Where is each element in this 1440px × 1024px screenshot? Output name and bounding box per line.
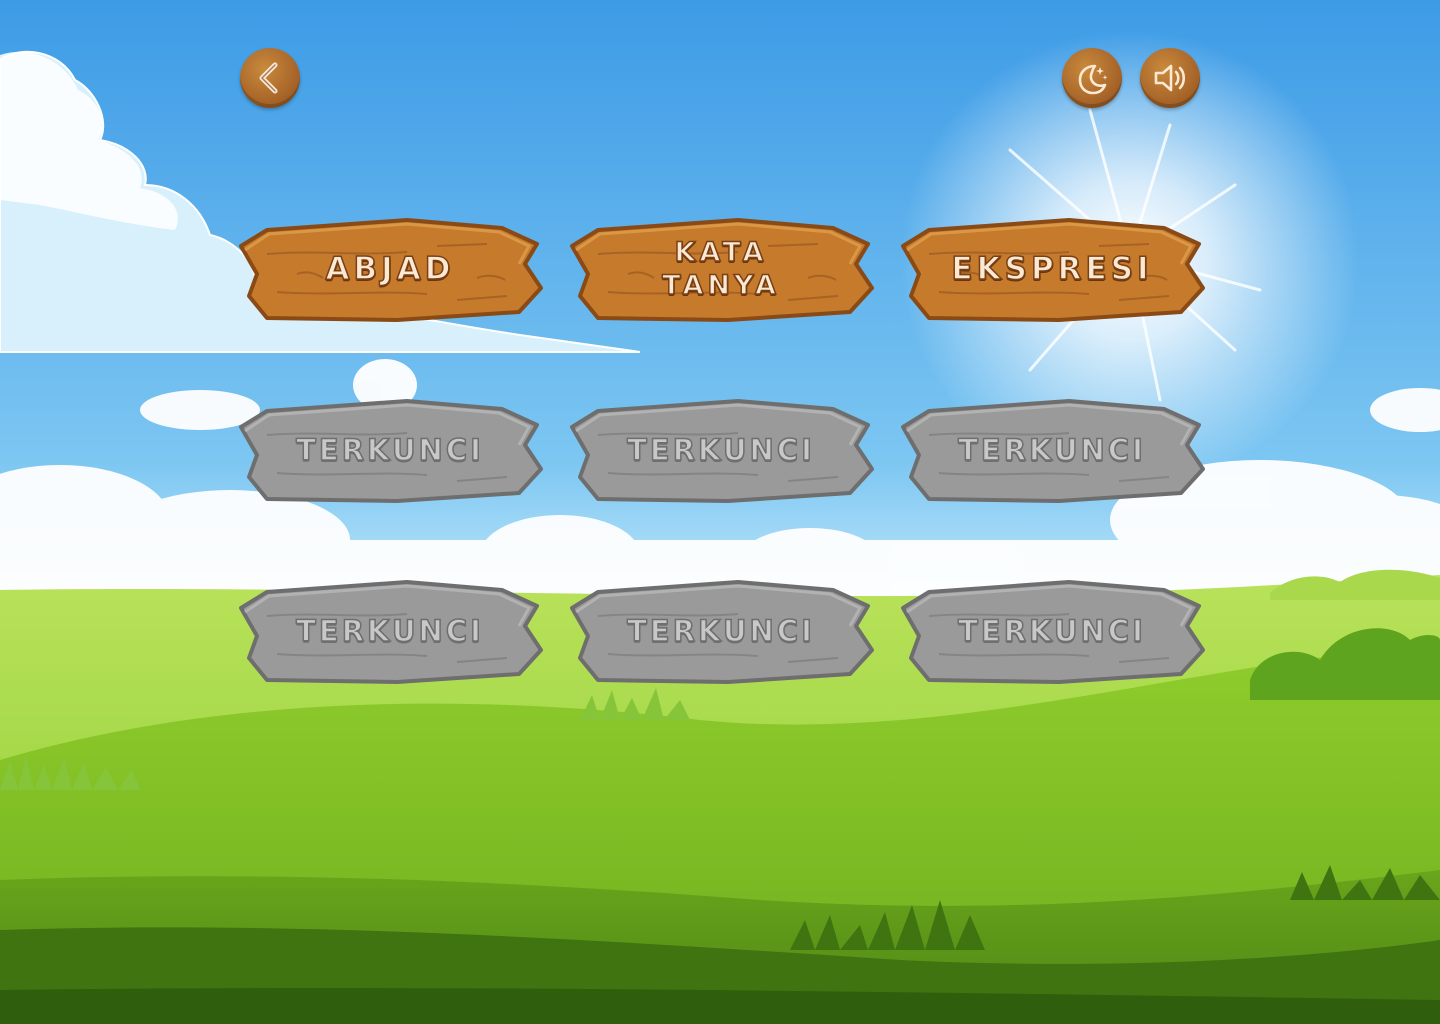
scenery-background [0,0,1440,1024]
level-label: TERKUNCI [626,613,815,649]
level-sign-locked[interactable]: TERKUNCI [899,397,1205,503]
back-button[interactable] [240,48,300,108]
level-label: ABJAD [325,251,455,287]
level-label: KATA TANYA [661,236,780,302]
level-sign-locked[interactable]: TERKUNCI [899,578,1205,684]
level-sign-locked[interactable]: TERKUNCI [568,578,874,684]
sound-toggle-button[interactable] [1140,48,1200,108]
level-label: TERKUNCI [957,613,1146,649]
level-label: EKSPRESI [951,251,1153,287]
theme-toggle-button[interactable] [1062,48,1122,108]
level-label: TERKUNCI [957,432,1146,468]
level-sign-kata-tanya[interactable]: KATA TANYA [568,216,874,322]
level-sign-locked[interactable]: TERKUNCI [568,397,874,503]
speaker-icon [1154,64,1186,92]
chevron-left-icon [259,62,278,94]
level-sign-abjad[interactable]: ABJAD [237,216,543,322]
level-sign-locked[interactable]: TERKUNCI [237,397,543,503]
level-sign-locked[interactable]: TERKUNCI [237,578,543,684]
moon-stars-icon [1078,64,1108,95]
level-label: TERKUNCI [295,613,484,649]
level-sign-ekspresi[interactable]: EKSPRESI [899,216,1205,322]
level-label: TERKUNCI [626,432,815,468]
level-label: TERKUNCI [295,432,484,468]
